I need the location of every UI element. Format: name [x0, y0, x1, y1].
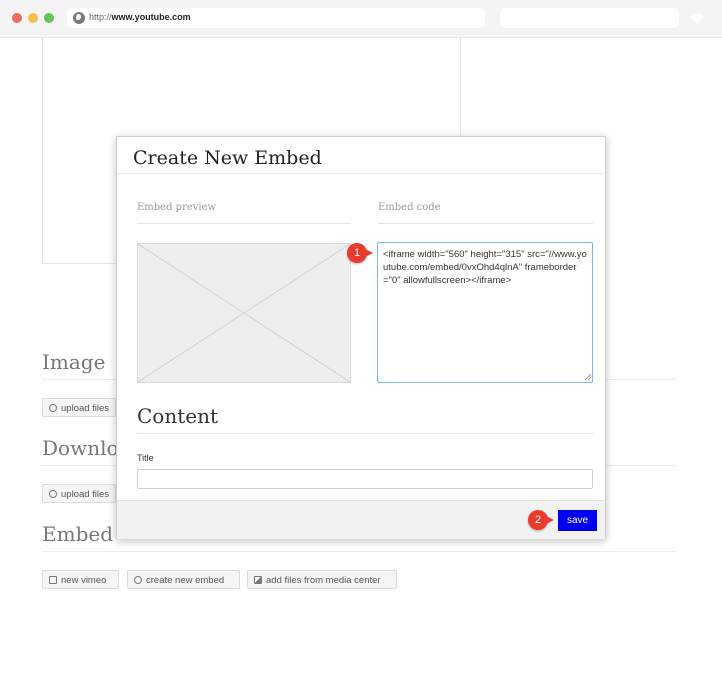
plus-circle-icon	[134, 576, 142, 584]
image-placeholder-icon	[138, 244, 350, 382]
new-vimeo-button[interactable]: new vimeo	[42, 570, 119, 589]
create-embed-modal: Create New Embed Embed preview Embed cod…	[116, 136, 606, 539]
browser-toolbar: http://www.youtube.com	[0, 0, 722, 38]
button-label: new vimeo	[61, 575, 107, 586]
divider	[137, 433, 593, 434]
film-icon	[49, 576, 57, 584]
button-label: add files from media center	[266, 575, 381, 586]
button-label: create new embed	[146, 575, 225, 586]
upload-icon	[49, 404, 57, 412]
upload-files-button[interactable]: upload files	[42, 398, 117, 417]
close-window-button[interactable]	[12, 13, 22, 23]
add-files-from-media-center-button[interactable]: add files from media center	[247, 570, 397, 589]
title-input[interactable]	[137, 469, 593, 489]
divider	[117, 173, 605, 174]
url-host: www.youtube.com	[111, 12, 191, 22]
button-label: upload files	[61, 489, 110, 500]
section-title-embed: Embed	[42, 522, 114, 546]
upload-files-button[interactable]: upload files	[42, 484, 117, 503]
url-protocol: http://	[89, 12, 112, 22]
section-title-image: Image	[42, 350, 106, 374]
modal-title: Create New Embed	[133, 147, 322, 169]
content-heading: Content	[137, 404, 219, 428]
embed-code-textarea[interactable]: <iframe width="560" height="315" src="//…	[377, 242, 593, 383]
browser-search-bar[interactable]	[500, 8, 679, 28]
button-label: upload files	[61, 403, 110, 414]
url-text: http://www.youtube.com	[89, 12, 191, 22]
embed-preview-placeholder	[137, 243, 351, 383]
divider	[378, 223, 593, 224]
heart-icon[interactable]	[690, 13, 704, 25]
divider	[137, 223, 351, 224]
callout-badge-1: 1	[347, 243, 373, 263]
upload-icon	[49, 490, 57, 498]
globe-icon	[73, 12, 85, 24]
embed-preview-label: Embed preview	[137, 202, 217, 213]
resize-handle-icon[interactable]	[584, 373, 592, 381]
maximize-window-button[interactable]	[44, 13, 54, 23]
embed-code-label: Embed code	[378, 202, 441, 213]
divider	[42, 551, 676, 552]
title-field-label: Title	[137, 453, 154, 463]
create-new-embed-button[interactable]: create new embed	[127, 570, 240, 589]
minimize-window-button[interactable]	[28, 13, 38, 23]
image-icon	[254, 576, 262, 584]
address-bar[interactable]: http://www.youtube.com	[67, 8, 485, 28]
save-button[interactable]: save	[558, 510, 597, 531]
callout-badge-2: 2	[528, 510, 554, 530]
